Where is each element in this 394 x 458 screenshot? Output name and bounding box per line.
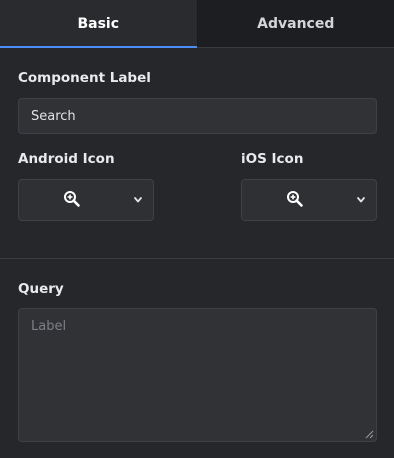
- section-divider: [0, 258, 394, 259]
- query-heading: Query: [18, 281, 64, 297]
- chevron-down-icon: [134, 197, 142, 203]
- tab-bar: Basic Advanced: [0, 0, 394, 48]
- component-label-heading: Component Label: [18, 70, 151, 86]
- query-placeholder: Label: [31, 319, 67, 334]
- resize-handle-icon[interactable]: [364, 429, 374, 439]
- component-label-input[interactable]: Search: [18, 98, 377, 134]
- ios-icon-select[interactable]: [241, 179, 377, 221]
- android-icon-select[interactable]: [18, 179, 154, 221]
- tab-basic[interactable]: Basic: [0, 0, 197, 48]
- ios-icon-heading: iOS Icon: [241, 151, 304, 167]
- chevron-down-icon: [357, 197, 365, 203]
- android-icon-heading: Android Icon: [18, 151, 115, 167]
- tab-advanced[interactable]: Advanced: [196, 0, 394, 47]
- component-label-value: Search: [31, 108, 76, 124]
- zoom-in-icon: [64, 191, 80, 207]
- zoom-in-icon: [287, 191, 303, 207]
- query-textarea[interactable]: Label: [18, 308, 377, 442]
